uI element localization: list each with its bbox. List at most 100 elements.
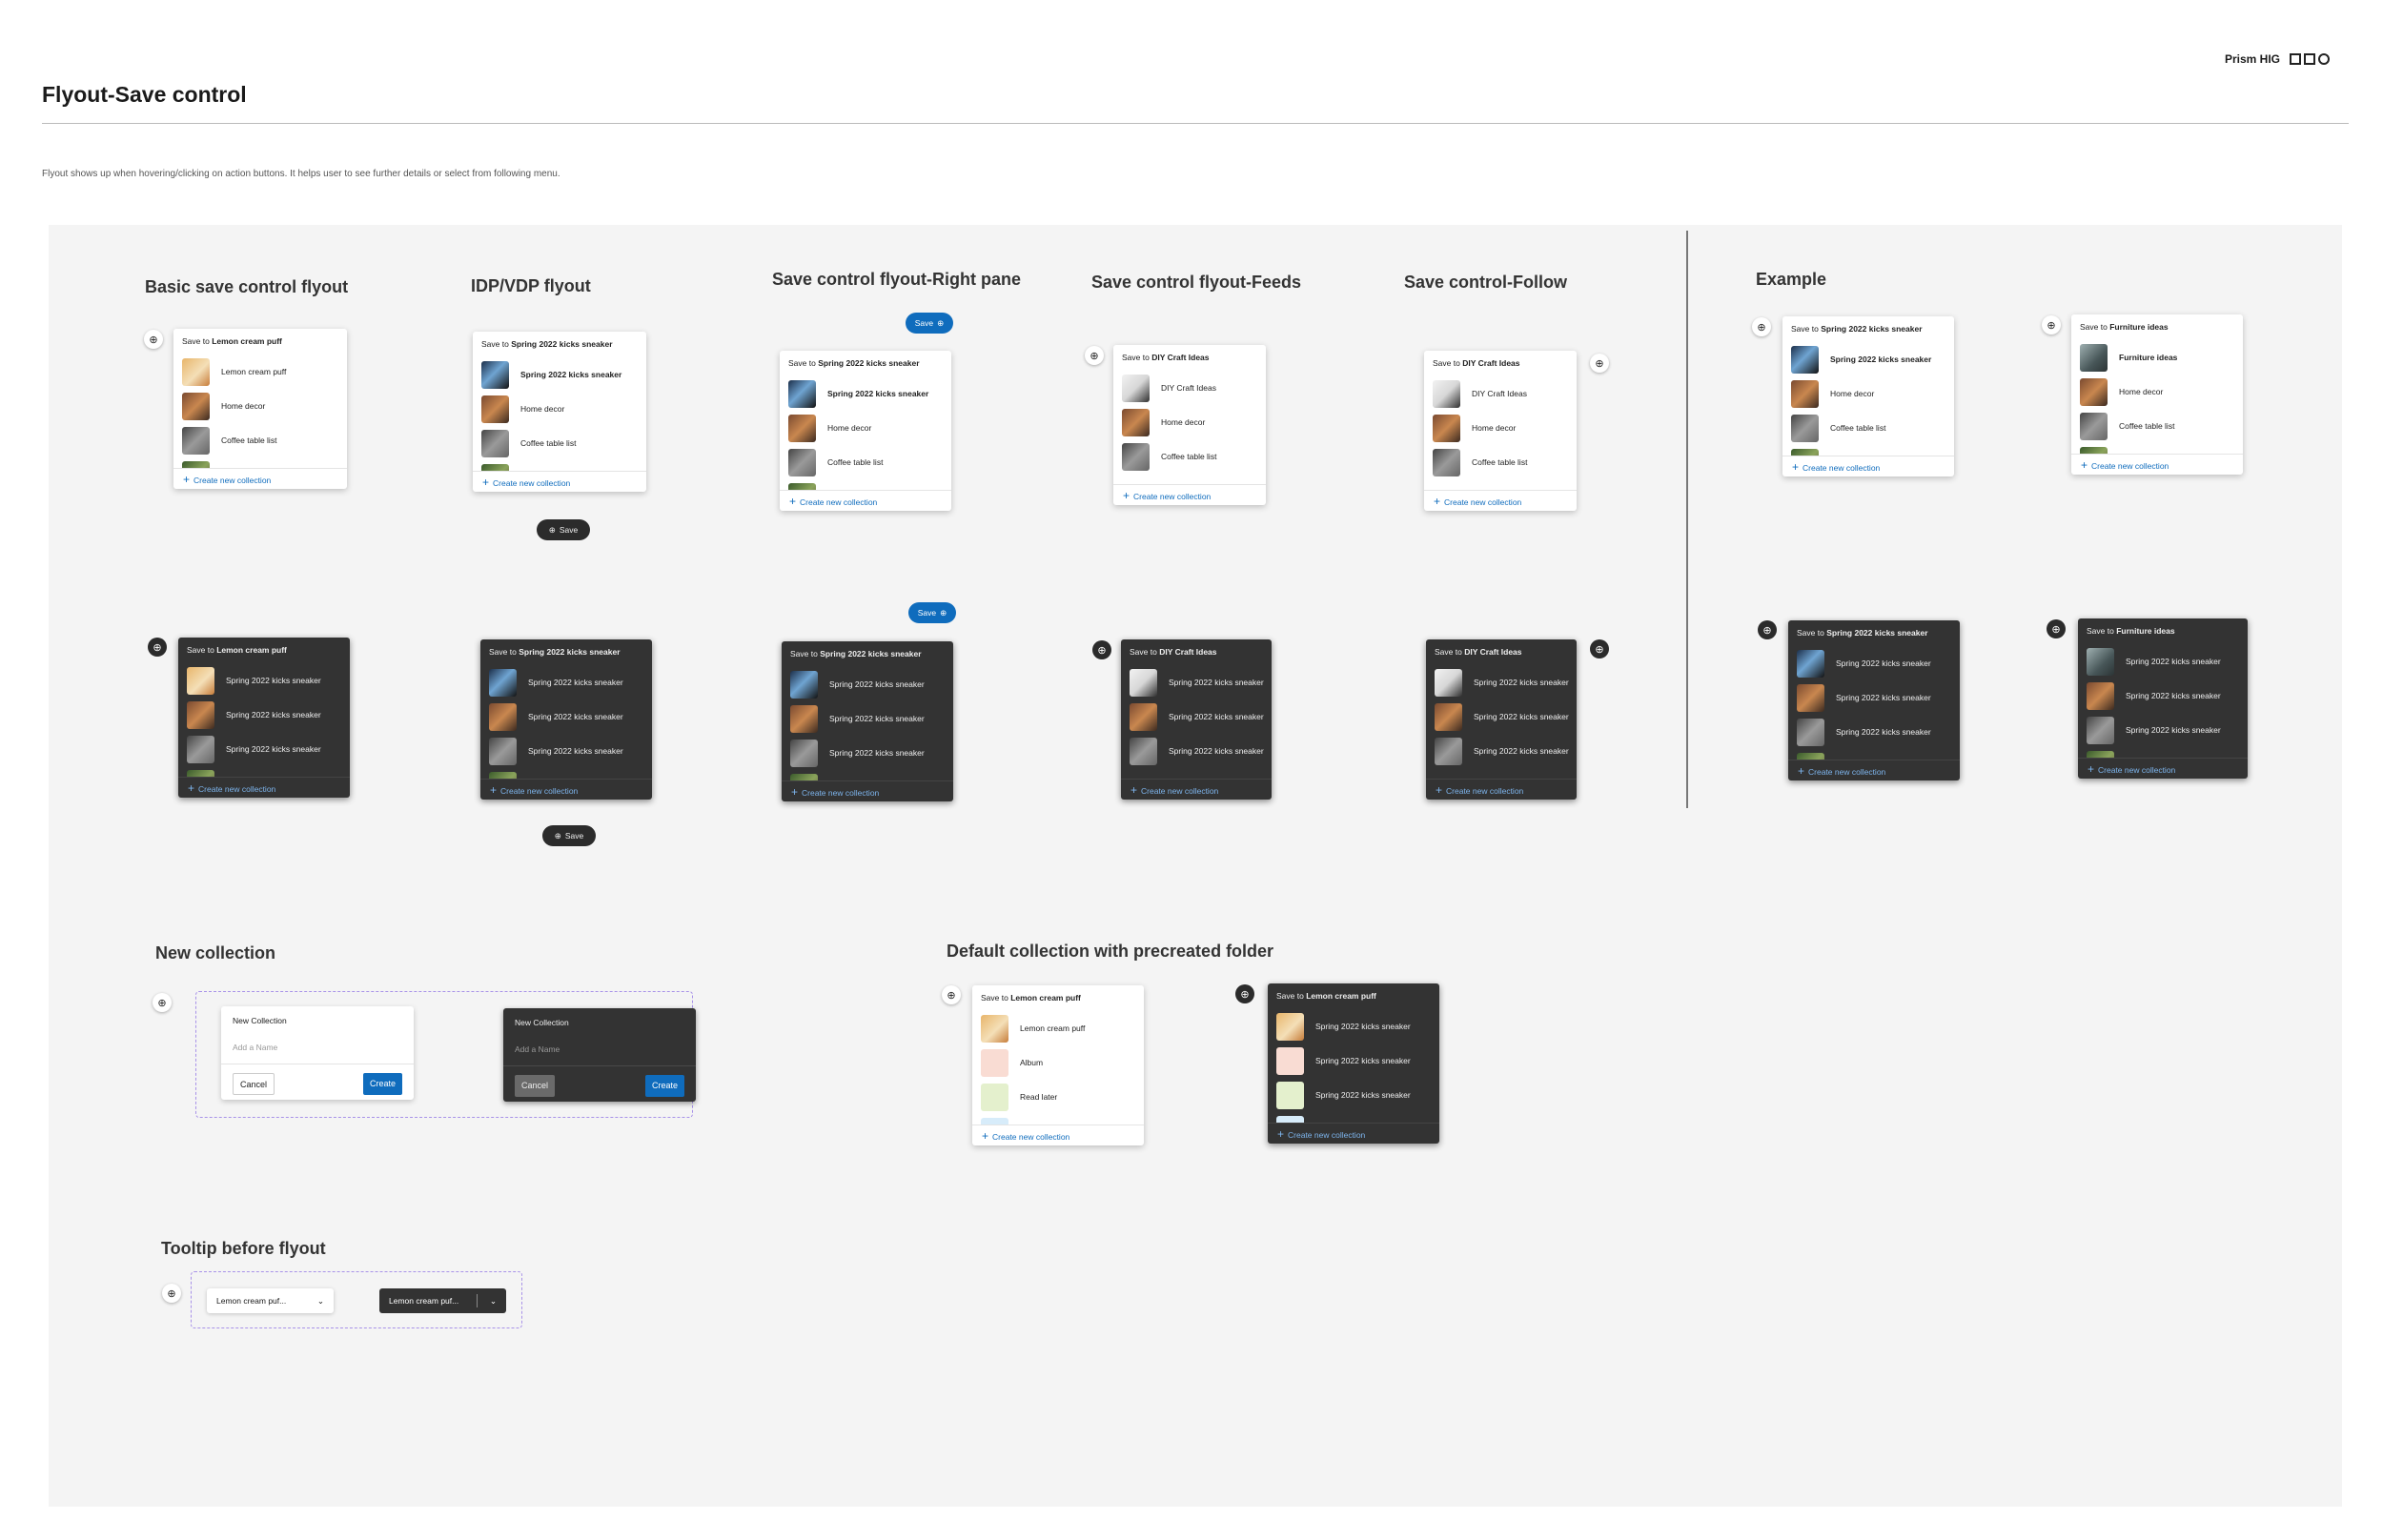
collection-item[interactable]: Landscape ideas xyxy=(2071,443,2243,454)
collection-item[interactable]: Landscape ideas xyxy=(1782,445,1954,456)
collection-item[interactable]: Spring 2022 kicks sneaker xyxy=(178,732,350,766)
collection-name-input[interactable]: Add a Name xyxy=(515,1044,560,1054)
collection-item[interactable]: Wishlist xyxy=(972,1114,1144,1125)
collection-item[interactable]: Spring 2022 kicks sneaker xyxy=(780,376,951,411)
create-new-collection-link[interactable]: + Create new collection xyxy=(1268,1123,1439,1144)
collection-list[interactable]: Spring 2022 kicks sneaker Spring 2022 kic… xyxy=(1268,1009,1439,1123)
collection-item[interactable]: Spring 2022 kicks sneaker xyxy=(1426,665,1577,699)
collection-item[interactable]: Coffee table list xyxy=(780,445,951,479)
save-collection-icon[interactable]: ⊕ xyxy=(1085,346,1104,365)
collection-item[interactable]: Spring 2022 kicks sneaker xyxy=(1268,1078,1439,1112)
save-collection-icon[interactable]: ⊕ xyxy=(1092,640,1111,659)
collection-list[interactable]: DIY Craft Ideas Home decor Coffee table li… xyxy=(1113,371,1266,484)
create-new-collection-link[interactable]: + Create new collection xyxy=(1121,779,1272,800)
collection-item[interactable]: Spring 2022 kicks sneaker xyxy=(782,736,953,770)
collection-item[interactable]: Home decor xyxy=(780,411,951,445)
chevron-down-icon[interactable]: ⌄ xyxy=(317,1296,324,1307)
collection-list[interactable]: Spring 2022 kicks sneaker Spring 2022 kic… xyxy=(1426,665,1577,779)
collection-item[interactable]: Home decor xyxy=(2071,375,2243,409)
save-button[interactable]: ⊕ Save xyxy=(537,519,590,540)
collection-item[interactable]: Spring 2022 kicks sneaker xyxy=(1268,1044,1439,1078)
create-new-collection-link[interactable]: + Create new collection xyxy=(2071,454,2243,475)
collection-item[interactable]: Spring 2022 kicks sneaker xyxy=(178,698,350,732)
collection-item[interactable]: Spring 2022 kicks sneaker xyxy=(1121,699,1272,734)
collection-item[interactable]: Spring 2022 kicks sneaker xyxy=(2078,644,2248,679)
collection-name-input[interactable]: Add a Name xyxy=(233,1043,277,1052)
collection-item[interactable]: Home decor xyxy=(173,389,347,423)
collection-item[interactable]: Coffee table list xyxy=(1424,445,1577,479)
collection-list[interactable]: Spring 2022 kicks sneaker Spring 2022 kic… xyxy=(782,667,953,780)
collection-item[interactable]: Spring 2022 kicks sneaker xyxy=(1788,646,1960,680)
collection-item[interactable]: Spring 2022 kicks sneaker xyxy=(480,665,652,699)
create-new-collection-link[interactable]: + Create new collection xyxy=(2078,758,2248,779)
save-button[interactable]: Save ⊕ xyxy=(906,313,953,334)
collection-item[interactable]: Spring 2022 kicks sneaker xyxy=(473,357,646,392)
collection-item[interactable]: Home decor xyxy=(1113,405,1266,439)
collection-item[interactable]: Spring 2022 kicks sneaker xyxy=(1426,734,1577,768)
tooltip-light[interactable]: Lemon cream puf... ⌄ xyxy=(207,1288,334,1313)
collection-list[interactable]: Spring 2022 kicks sneaker Spring 2022 kic… xyxy=(1121,665,1272,779)
save-collection-icon[interactable]: ⊕ xyxy=(2047,619,2066,638)
collection-item[interactable]: Spring 2022 kicks sneaker xyxy=(1788,680,1960,715)
collection-list[interactable]: Spring 2022 kicks sneaker Spring 2022 kic… xyxy=(2078,644,2248,758)
save-collection-icon[interactable]: ⊕ xyxy=(942,985,961,1004)
collection-item[interactable]: DIY Craft Ideas xyxy=(1113,371,1266,405)
create-new-collection-link[interactable]: + Create new collection xyxy=(173,468,347,489)
collection-list[interactable]: Spring 2022 kicks sneaker Home decor Coffe… xyxy=(780,376,951,490)
collection-item[interactable]: Spring 2022 kicks sneaker xyxy=(480,699,652,734)
save-collection-icon[interactable]: ⊕ xyxy=(2042,315,2061,334)
collection-list[interactable]: Spring 2022 kicks sneaker Spring 2022 kic… xyxy=(480,665,652,779)
create-new-collection-link[interactable]: + Create new collection xyxy=(782,780,953,801)
collection-item[interactable]: Landscape ideas xyxy=(173,457,347,468)
cancel-button[interactable]: Cancel xyxy=(515,1075,556,1097)
collection-item[interactable]: Spring 2022 kicks sneaker xyxy=(782,667,953,701)
save-collection-icon[interactable]: ⊕ xyxy=(153,993,172,1012)
collection-list[interactable]: Spring 2022 kicks sneaker Home decor Coffe… xyxy=(1782,342,1954,456)
create-new-collection-link[interactable]: + Create new collection xyxy=(1113,484,1266,505)
collection-item[interactable]: Spring 2022 kicks sneaker xyxy=(178,663,350,698)
collection-item[interactable]: Coffee table list xyxy=(1113,439,1266,474)
collection-item[interactable]: Spring 2022 kicks sneaker xyxy=(2078,679,2248,713)
collection-item[interactable]: Lemon cream puff xyxy=(173,355,347,389)
collection-item[interactable]: Album xyxy=(972,1045,1144,1080)
collection-item[interactable]: Spring 2022 kicks sneaker xyxy=(2078,713,2248,747)
collection-item[interactable]: Spring 2022 kicks sneaker xyxy=(178,766,350,777)
collection-item[interactable]: Coffee table list xyxy=(173,423,347,457)
collection-item[interactable]: Spring 2022 kicks sneaker xyxy=(2078,747,2248,758)
save-collection-icon[interactable]: ⊕ xyxy=(1758,620,1777,639)
collection-item[interactable]: Furniture ideas xyxy=(2071,340,2243,375)
collection-item[interactable]: Spring 2022 kicks sneaker xyxy=(782,770,953,780)
chevron-down-icon[interactable]: ⌄ xyxy=(490,1296,497,1307)
save-collection-icon[interactable]: ⊕ xyxy=(1590,354,1609,373)
create-new-collection-link[interactable]: + Create new collection xyxy=(972,1125,1144,1145)
collection-item[interactable]: DIY Craft Ideas xyxy=(1424,376,1577,411)
create-new-collection-link[interactable]: + Create new collection xyxy=(480,779,652,800)
collection-item[interactable]: Coffee table list xyxy=(473,426,646,460)
collection-list[interactable]: Lemon cream puff Album Read later Wishlist xyxy=(972,1011,1144,1125)
collection-item[interactable]: Spring 2022 kicks sneaker xyxy=(782,701,953,736)
collection-list[interactable]: Furniture ideas Home decor Coffee table li… xyxy=(2071,340,2243,454)
create-button[interactable]: Create xyxy=(362,1073,402,1095)
collection-item[interactable]: Spring 2022 kicks sneaker xyxy=(1788,749,1960,760)
create-new-collection-link[interactable]: + Create new collection xyxy=(1782,456,1954,476)
collection-item[interactable]: Home decor xyxy=(1782,376,1954,411)
collection-item[interactable]: Spring 2022 kicks sneaker xyxy=(1268,1009,1439,1044)
save-collection-icon[interactable]: ⊕ xyxy=(162,1284,181,1303)
cancel-button[interactable]: Cancel xyxy=(233,1073,275,1095)
collection-item[interactable]: Landscape ideas xyxy=(473,460,646,471)
create-new-collection-link[interactable]: + Create new collection xyxy=(780,490,951,511)
collection-item[interactable]: Spring 2022 kicks sneaker xyxy=(1782,342,1954,376)
save-collection-icon[interactable]: ⊕ xyxy=(144,330,163,349)
save-button[interactable]: Save ⊕ xyxy=(908,602,956,623)
collection-item[interactable]: Spring 2022 kicks sneaker xyxy=(1121,734,1272,768)
collection-item[interactable]: Landscape ideas xyxy=(780,479,951,490)
collection-item[interactable]: Spring 2022 kicks sneaker xyxy=(480,768,652,779)
create-new-collection-link[interactable]: + Create new collection xyxy=(473,471,646,492)
collection-list[interactable]: Spring 2022 kicks sneaker Spring 2022 kic… xyxy=(178,663,350,777)
create-new-collection-link[interactable]: + Create new collection xyxy=(1426,779,1577,800)
collection-item[interactable]: Read later xyxy=(972,1080,1144,1114)
collection-item[interactable]: Spring 2022 kicks sneaker xyxy=(480,734,652,768)
collection-item[interactable]: Spring 2022 kicks sneaker xyxy=(1268,1112,1439,1123)
create-new-collection-link[interactable]: + Create new collection xyxy=(178,777,350,798)
collection-item[interactable]: Lemon cream puff xyxy=(972,1011,1144,1045)
